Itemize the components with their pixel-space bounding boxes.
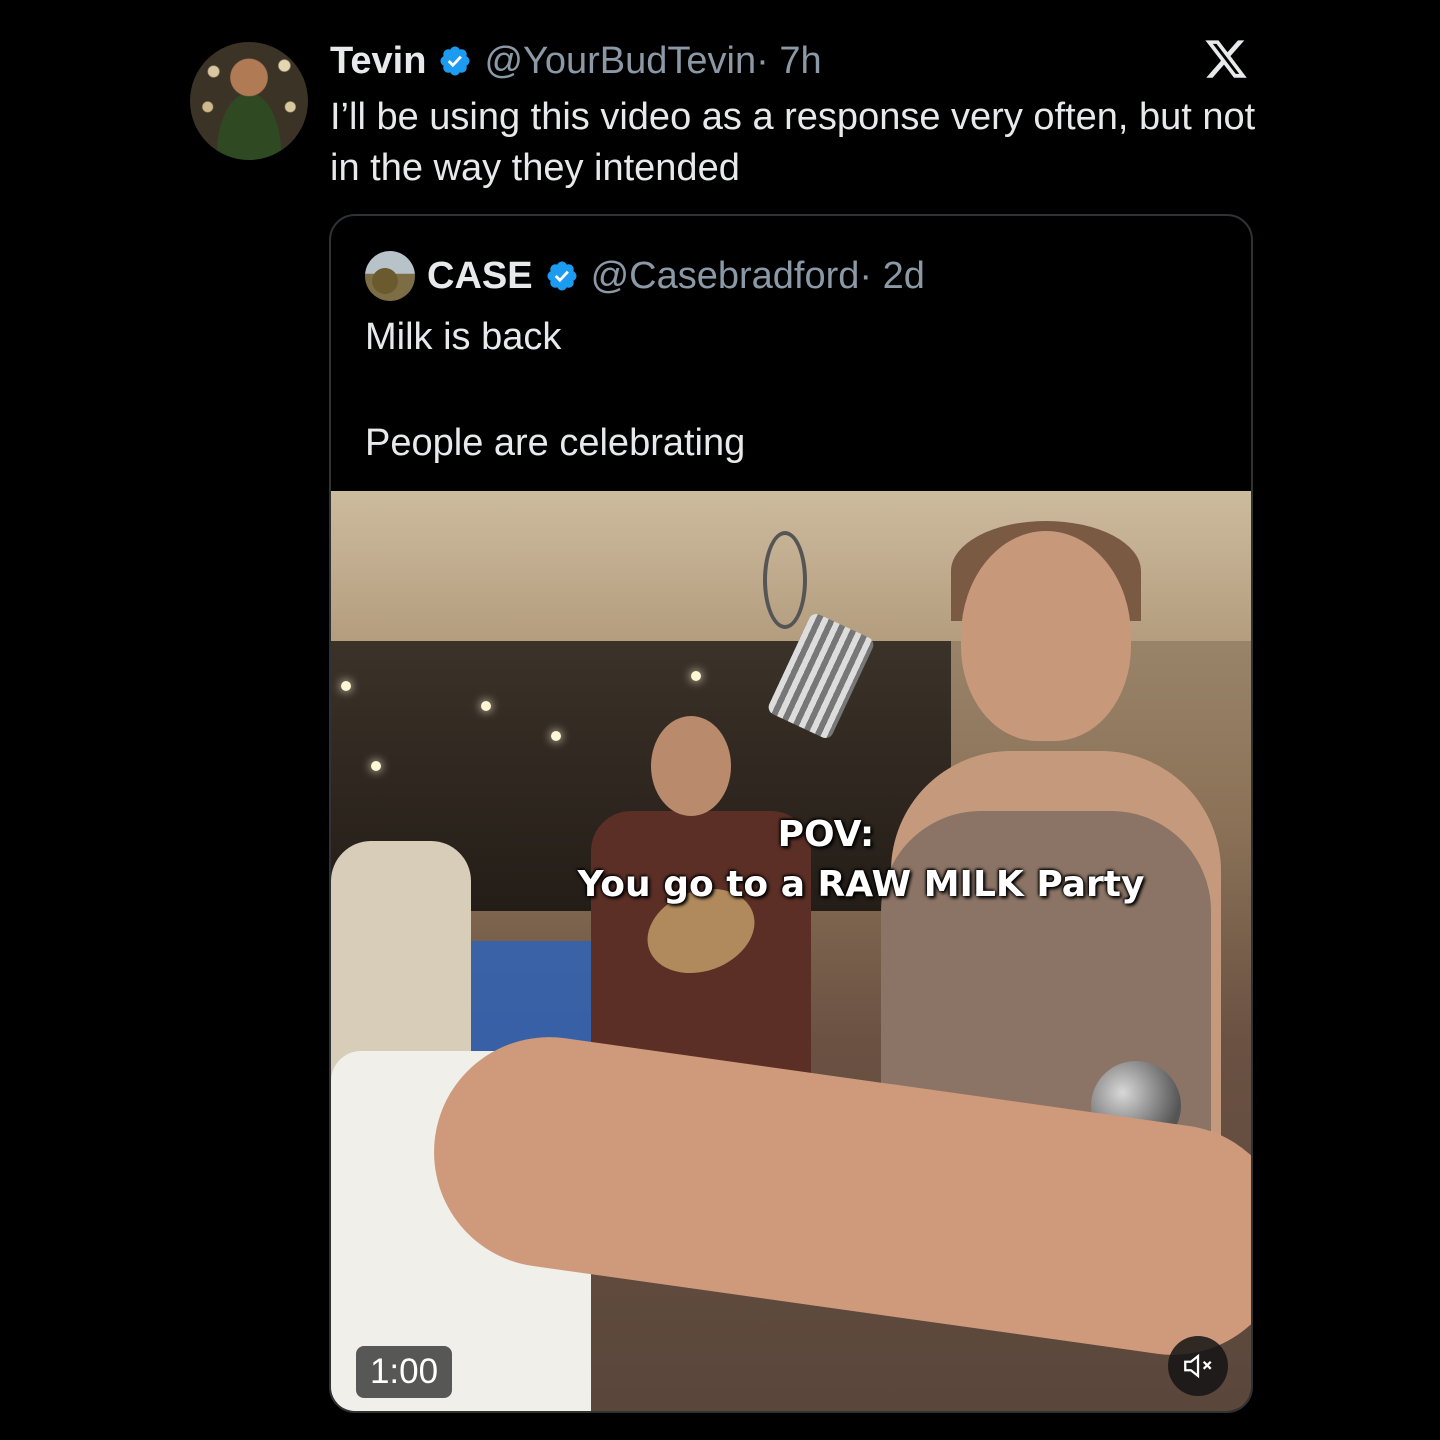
quoted-author-handle[interactable]: @Casebradford	[591, 255, 860, 298]
video-scene-whisk	[763, 531, 807, 629]
verified-badge-icon	[547, 261, 577, 291]
video-scene-person-middle-head	[651, 716, 731, 816]
quoted-tweet-header: CASE @Casebradford · 2d	[365, 250, 925, 302]
tweet-avatar[interactable]	[190, 42, 308, 160]
quoted-tweet-card[interactable]: CASE @Casebradford · 2d Milk is back Peo…	[329, 214, 1253, 1413]
quoted-text-line2: People are celebrating	[365, 422, 746, 464]
video-player[interactable]: POV: You go to a RAW MILK Party 1:00	[331, 491, 1251, 1411]
author-handle[interactable]: @YourBudTevin	[484, 40, 756, 83]
tweet-time[interactable]: · 7h	[756, 40, 821, 83]
video-duration-badge: 1:00	[356, 1346, 452, 1398]
tweet-text: I’ll be using this video as a response v…	[330, 96, 1256, 189]
quoted-text-line1: Milk is back	[365, 316, 562, 358]
quoted-author-name[interactable]: CASE	[427, 255, 533, 298]
video-scene-woman-head	[961, 531, 1131, 741]
x-logo-icon	[1205, 40, 1247, 78]
quoted-tweet-time[interactable]: · 2d	[859, 255, 924, 298]
video-caption-pov: POV:	[777, 814, 875, 855]
speaker-muted-icon	[1184, 1353, 1212, 1379]
video-caption-text: You go to a RAW MILK Party	[577, 864, 1145, 905]
author-name[interactable]: Tevin	[330, 40, 426, 83]
verified-badge-icon	[440, 46, 470, 76]
quoted-avatar[interactable]	[365, 251, 415, 301]
mute-button[interactable]	[1168, 1336, 1228, 1396]
tweet-header: Tevin @YourBudTevin · 7h	[330, 38, 822, 84]
